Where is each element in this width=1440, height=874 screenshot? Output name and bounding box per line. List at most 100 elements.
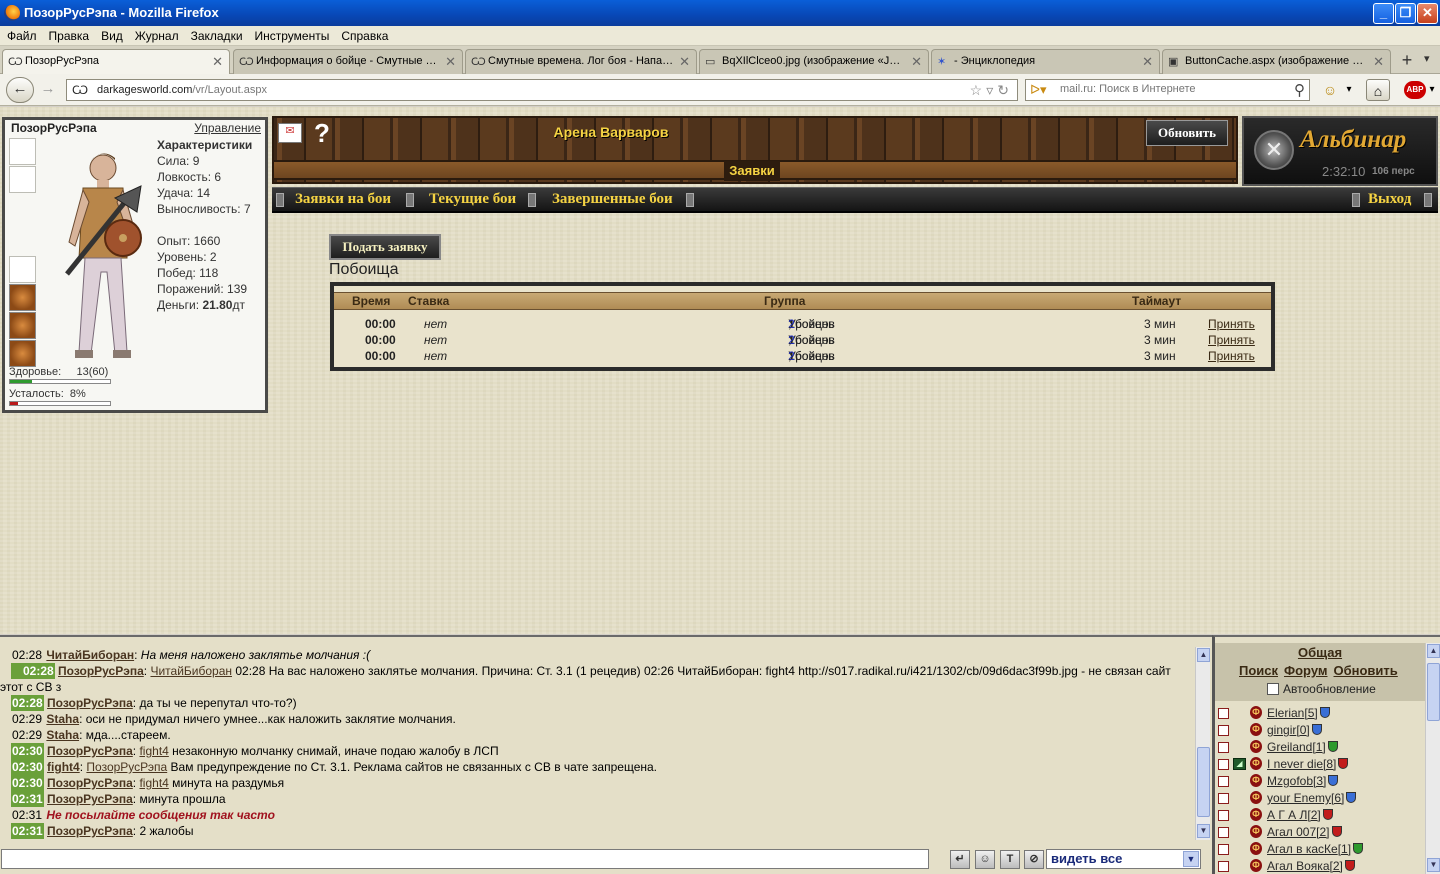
refresh-button[interactable]: Обновить (1146, 120, 1228, 146)
autorefresh-checkbox[interactable] (1267, 683, 1279, 695)
user-link[interactable]: Агал Вояка[2] (1267, 859, 1355, 873)
accept-link[interactable]: Принять (1208, 317, 1255, 331)
manage-link[interactable]: Управление (194, 121, 261, 135)
new-tab-button[interactable]: + (1396, 50, 1418, 72)
user-link[interactable]: I never die[8] (1267, 757, 1349, 771)
chat-log[interactable]: 02:28 ЧитайБиборан: На меня наложено зак… (0, 647, 1194, 840)
message-recipient[interactable]: ЧитайБиборан (150, 664, 232, 678)
accept-link[interactable]: Принять (1208, 333, 1255, 347)
clear-icon[interactable]: ⊘ (1024, 850, 1044, 869)
private-checkbox[interactable] (1218, 861, 1229, 872)
chat-scrollbar[interactable]: ▲ ▼ (1195, 647, 1210, 840)
addon-dropdown-icon[interactable]: ▾ (1342, 79, 1356, 101)
equip-slot-item-2[interactable] (9, 312, 36, 339)
close-tab-icon[interactable]: ✕ (1142, 54, 1153, 70)
message-author[interactable]: ЧитайБиборан (46, 648, 134, 662)
tab-battle-log[interactable]: Ѡ Смутные времена. Лог боя - Напад... ✕ (465, 49, 697, 74)
scroll-thumb[interactable] (1427, 663, 1440, 721)
close-tab-icon[interactable]: ✕ (445, 54, 456, 70)
scroll-down-icon[interactable]: ▼ (1197, 824, 1210, 838)
message-author[interactable]: Staha (46, 712, 79, 726)
nav-finished-fights[interactable]: Завершенные бои (552, 191, 673, 208)
equip-slot-item-3[interactable] (9, 340, 36, 367)
menu-edit[interactable]: Правка (43, 26, 96, 43)
private-checkbox[interactable] (1218, 776, 1229, 787)
chat-input[interactable] (1, 849, 929, 869)
close-tab-icon[interactable]: ✕ (212, 54, 223, 70)
private-checkbox[interactable] (1218, 742, 1229, 753)
message-author[interactable]: ПозорРусРэпа (58, 664, 144, 678)
bookmark-star-icon[interactable]: ☆ (970, 82, 987, 98)
autorefresh-toggle[interactable]: Автообновление (1267, 682, 1376, 696)
close-tab-icon[interactable]: ✕ (911, 54, 922, 70)
url-bar[interactable]: Ѡ darkagesworld.com/vr/Layout.aspx ☆▿↻ (66, 79, 1018, 101)
menu-view[interactable]: Вид (95, 26, 129, 43)
scroll-down-icon[interactable]: ▼ (1427, 858, 1440, 872)
forum-link[interactable]: Форум (1284, 663, 1327, 678)
scroll-up-icon[interactable]: ▲ (1427, 644, 1440, 658)
message-recipient[interactable]: ПозорРусРэпа (86, 760, 167, 774)
nav-current-fights[interactable]: Текущие бои (429, 191, 516, 208)
menu-history[interactable]: Журнал (129, 26, 185, 43)
user-link[interactable]: Greiland[1] (1267, 740, 1338, 754)
history-dropdown-icon[interactable]: ▿ (986, 82, 997, 98)
tab-encyclopedia[interactable]: ✶ - Энциклопедия ✕ (931, 49, 1160, 74)
tab-list-chevron-icon[interactable]: ▾ (1424, 52, 1430, 65)
close-tab-icon[interactable]: ✕ (679, 54, 690, 70)
chevron-down-icon[interactable]: ▼ (1183, 851, 1199, 867)
menu-bookmarks[interactable]: Закладки (185, 26, 249, 43)
message-recipient[interactable]: fight4 (139, 744, 168, 758)
user-link[interactable]: your Enemy[6] (1267, 791, 1357, 805)
tab-fighter-info[interactable]: Ѡ Информация о бойце - Смутные Вр... ✕ (233, 49, 463, 74)
search-icon[interactable]: ⚲ (1294, 81, 1305, 99)
search-engine-icon[interactable]: ᐅ▾ (1030, 82, 1047, 98)
private-checkbox[interactable] (1218, 708, 1229, 719)
tab-current[interactable]: Ѡ ПозорРусРэпа ✕ (2, 49, 230, 75)
message-author[interactable]: ПозорРусРэпа (47, 776, 133, 790)
forward-icon[interactable]: → (36, 78, 60, 102)
user-link[interactable]: Mzgofob[3] (1267, 774, 1339, 788)
equip-slot-head[interactable] (9, 138, 36, 165)
message-recipient[interactable]: fight4 (139, 776, 168, 790)
user-link[interactable]: Агал в касКе[1] (1267, 842, 1364, 856)
nav-fight-requests[interactable]: Заявки на бои (295, 191, 391, 208)
message-author[interactable]: Staha (46, 728, 79, 742)
back-icon[interactable]: ← (6, 77, 34, 103)
private-checkbox[interactable] (1218, 759, 1229, 770)
scroll-up-icon[interactable]: ▲ (1197, 648, 1210, 662)
translit-icon[interactable]: T (1000, 850, 1020, 869)
user-link[interactable]: А Г А Л[2] (1267, 808, 1333, 822)
send-icon[interactable]: ↵ (950, 850, 970, 869)
menu-tools[interactable]: Инструменты (249, 26, 336, 43)
equip-slot-neck[interactable] (9, 166, 36, 193)
message-author[interactable]: ПозорРусРэпа (47, 696, 133, 710)
tab-button-cache[interactable]: ▣ ButtonCache.aspx (изображение «J... ✕ (1162, 49, 1391, 74)
user-link[interactable]: gingir[0] (1267, 723, 1322, 737)
tab-jpeg-image[interactable]: ▭ BqXIlClceo0.jpg (изображение «JPE... ✕ (699, 49, 929, 74)
smiley-icon[interactable]: ☺ (975, 850, 995, 869)
close-tab-icon[interactable]: ✕ (1373, 54, 1384, 70)
message-author[interactable]: ПозорРусРэпа (47, 792, 133, 806)
adblock-dropdown-icon[interactable]: ▾ (1426, 79, 1438, 101)
equip-slot-item-1[interactable] (9, 284, 36, 311)
accept-link[interactable]: Принять (1208, 349, 1255, 363)
menu-help[interactable]: Справка (335, 26, 394, 43)
adblock-icon[interactable]: ABP (1404, 81, 1426, 99)
scroll-thumb[interactable] (1197, 747, 1210, 817)
private-checkbox[interactable] (1218, 844, 1229, 855)
private-checkbox[interactable] (1218, 827, 1229, 838)
private-checkbox[interactable] (1218, 725, 1229, 736)
private-checkbox[interactable] (1218, 793, 1229, 804)
reload-icon[interactable]: ↻ (997, 82, 1013, 98)
search-bar[interactable]: ᐅ▾ ⚲ (1025, 79, 1310, 101)
user-link[interactable]: Elerian[5] (1267, 706, 1330, 720)
minimize-button[interactable]: _ (1373, 3, 1394, 24)
equip-slot-body[interactable] (9, 256, 36, 283)
nav-exit[interactable]: Выход (1368, 191, 1411, 208)
menu-file[interactable]: Файл (1, 26, 43, 43)
addon-smiley-icon[interactable]: ☺ (1318, 79, 1342, 101)
private-checkbox[interactable] (1218, 810, 1229, 821)
message-author[interactable]: ПозорРусРэпа (47, 824, 133, 838)
maximize-button[interactable]: ❐ (1395, 3, 1416, 24)
user-link[interactable]: Агал 007[2] (1267, 825, 1342, 839)
